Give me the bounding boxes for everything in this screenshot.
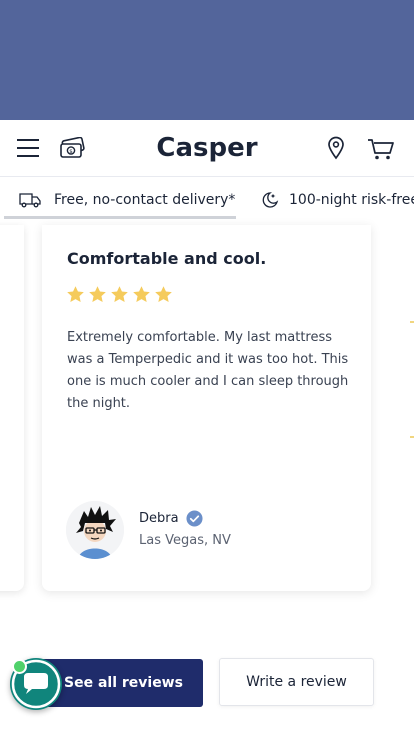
reviewer-name: Debra xyxy=(139,511,179,526)
star-icon xyxy=(67,286,84,303)
star-icon xyxy=(155,286,172,303)
promo-delivery-label: Free, no-contact delivery* xyxy=(54,192,236,208)
promo-active-indicator xyxy=(4,216,236,219)
see-all-reviews-button[interactable]: See all reviews xyxy=(40,659,203,707)
moon-icon xyxy=(259,191,279,213)
casper-logo[interactable]: Casper xyxy=(0,133,414,163)
online-status-dot xyxy=(12,659,27,674)
previous-review-card[interactable] xyxy=(0,225,24,591)
verified-check-icon xyxy=(186,510,203,531)
reviews-carousel: Comfortable and cool. Extremely comforta… xyxy=(0,225,414,615)
star-icon xyxy=(111,286,128,303)
delivery-truck-icon xyxy=(18,191,42,213)
location-pin-icon[interactable] xyxy=(327,136,345,164)
reviewer-location: Las Vegas, NV xyxy=(139,533,231,548)
review-card: Comfortable and cool. Extremely comforta… xyxy=(42,225,371,591)
star-rating xyxy=(66,285,173,304)
promo-trial-label: 100-night risk-free xyxy=(289,192,414,208)
top-banner xyxy=(0,0,414,120)
reviewer-avatar xyxy=(66,501,124,559)
shopping-cart-icon[interactable] xyxy=(367,137,395,165)
star-icon xyxy=(133,286,150,303)
star-icon xyxy=(89,286,106,303)
write-review-button[interactable]: Write a review xyxy=(219,658,374,706)
review-title: Comfortable and cool. xyxy=(67,249,267,268)
review-body: Extremely comfortable. My last mattress … xyxy=(67,330,349,411)
